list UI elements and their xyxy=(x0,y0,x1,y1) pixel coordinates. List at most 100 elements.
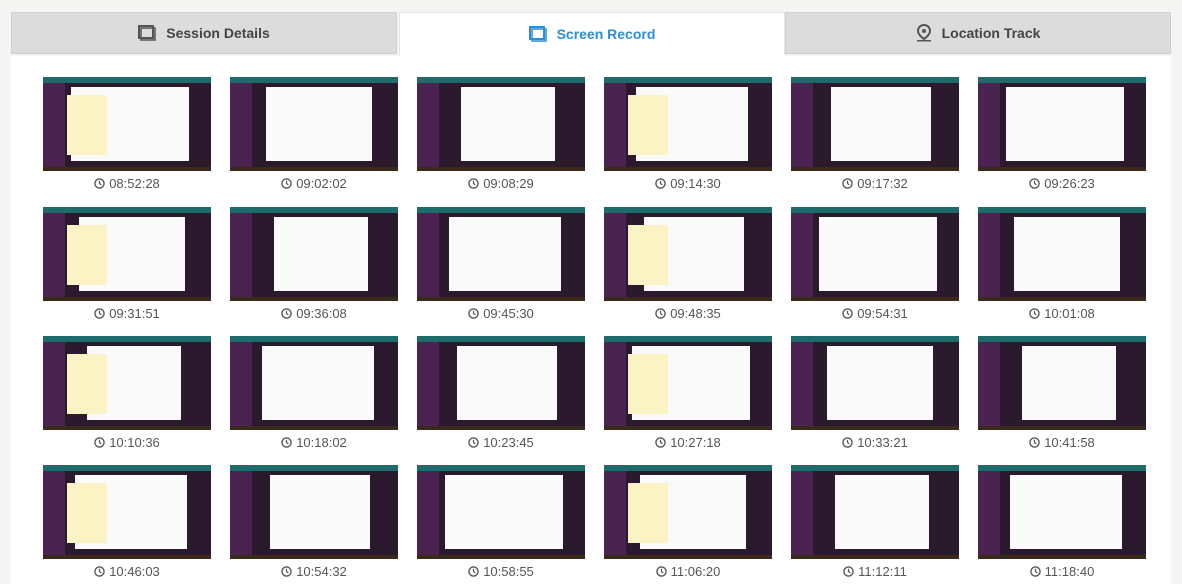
screenshot-time-label: 11:06:20 xyxy=(670,563,721,579)
clock-icon xyxy=(842,436,853,448)
tab-location-track[interactable]: Location Track xyxy=(785,12,1171,54)
clock-icon xyxy=(468,565,479,577)
screenshot-thumbnail[interactable] xyxy=(978,207,1146,301)
screenshot-time: 10:54:32 xyxy=(230,563,398,579)
screenshot-item[interactable]: 11:06:20 xyxy=(604,465,772,579)
screenshot-item[interactable]: 10:27:18 xyxy=(604,336,772,450)
screenshot-item[interactable]: 10:23:45 xyxy=(417,336,585,450)
screenshot-item[interactable]: 11:18:40 xyxy=(978,465,1146,579)
screenshot-time: 10:23:45 xyxy=(417,434,585,450)
screenshot-item[interactable]: 10:18:02 xyxy=(230,336,398,450)
screenshot-thumbnail[interactable] xyxy=(978,336,1146,430)
screenshot-time-label: 10:54:32 xyxy=(296,563,347,579)
screenshot-thumbnail[interactable] xyxy=(604,336,772,430)
screenshot-time-label: 09:17:32 xyxy=(857,175,908,191)
screenshot-item[interactable]: 10:58:55 xyxy=(417,465,585,579)
screenshot-thumbnail[interactable] xyxy=(230,465,398,559)
screenshot-item[interactable]: 09:36:08 xyxy=(230,207,398,321)
screenshot-time-label: 10:46:03 xyxy=(109,563,160,579)
clock-icon xyxy=(1029,436,1040,448)
screenshot-thumbnail[interactable] xyxy=(43,465,211,559)
clock-icon xyxy=(1029,307,1040,319)
screenshot-thumbnail[interactable] xyxy=(791,77,959,171)
clock-icon xyxy=(1029,177,1040,189)
screenshot-item[interactable]: 09:31:51 xyxy=(43,207,211,321)
screenshot-thumbnail[interactable] xyxy=(791,207,959,301)
screenshot-thumbnail[interactable] xyxy=(604,207,772,301)
screenshot-item[interactable]: 08:52:28 xyxy=(43,77,211,191)
window-icon xyxy=(138,25,156,41)
screenshot-item[interactable]: 09:17:32 xyxy=(791,77,959,191)
screenshot-time: 10:10:36 xyxy=(43,434,211,450)
clock-icon xyxy=(468,307,479,319)
screenshot-item[interactable]: 09:48:35 xyxy=(604,207,772,321)
clock-icon xyxy=(1029,565,1041,577)
screenshot-time: 08:52:28 xyxy=(43,175,211,191)
clock-icon xyxy=(94,177,105,189)
tab-session-details[interactable]: Session Details xyxy=(11,12,397,54)
screenshot-item[interactable]: 10:10:36 xyxy=(43,336,211,450)
clock-icon xyxy=(94,307,105,319)
screenshot-thumbnail[interactable] xyxy=(417,336,585,430)
screenshot-panel: 08:52:28 09:02:02 09:08:29 09:14:30 09:17:32… xyxy=(11,56,1171,584)
screenshot-thumbnail[interactable] xyxy=(43,207,211,301)
screenshot-time-label: 10:18:02 xyxy=(296,434,347,450)
screenshot-time-label: 09:14:30 xyxy=(670,175,721,191)
screenshot-time: 11:18:40 xyxy=(978,563,1146,579)
screenshot-thumbnail[interactable] xyxy=(230,207,398,301)
clock-icon xyxy=(842,307,853,319)
screenshot-thumbnail[interactable] xyxy=(417,465,585,559)
screenshot-thumbnail[interactable] xyxy=(417,207,585,301)
screenshot-time: 09:26:23 xyxy=(978,175,1146,191)
screenshot-thumbnail[interactable] xyxy=(978,77,1146,171)
clock-icon xyxy=(94,565,105,577)
screenshot-item[interactable]: 09:02:02 xyxy=(230,77,398,191)
clock-icon xyxy=(843,565,854,577)
screenshot-thumbnail[interactable] xyxy=(230,77,398,171)
screenshot-time-label: 11:18:40 xyxy=(1044,563,1095,579)
screenshot-item[interactable]: 10:01:08 xyxy=(978,207,1146,321)
screenshot-item[interactable]: 09:45:30 xyxy=(417,207,585,321)
screenshot-time-label: 09:02:02 xyxy=(296,175,347,191)
clock-icon xyxy=(655,307,666,319)
screenshot-time: 09:54:31 xyxy=(791,305,959,321)
screenshot-item[interactable]: 09:54:31 xyxy=(791,207,959,321)
clock-icon xyxy=(281,436,292,448)
screenshot-item[interactable]: 10:41:58 xyxy=(978,336,1146,450)
clock-icon xyxy=(94,436,105,448)
screenshot-time: 09:17:32 xyxy=(791,175,959,191)
screenshot-item[interactable]: 10:54:32 xyxy=(230,465,398,579)
screenshot-thumbnail[interactable] xyxy=(43,336,211,430)
screenshot-thumbnail[interactable] xyxy=(604,77,772,171)
screen-record-page: Session Details Screen Record Location T… xyxy=(0,0,1182,584)
screenshot-item[interactable]: 10:33:21 xyxy=(791,336,959,450)
screenshot-thumbnail[interactable] xyxy=(417,77,585,171)
screenshot-item[interactable]: 09:14:30 xyxy=(604,77,772,191)
screenshot-time-label: 10:41:58 xyxy=(1044,434,1095,450)
screenshot-thumbnail[interactable] xyxy=(978,465,1146,559)
screenshot-time-label: 09:08:29 xyxy=(483,175,534,191)
screenshot-time-label: 10:27:18 xyxy=(670,434,721,450)
screenshot-time-label: 08:52:28 xyxy=(109,175,160,191)
screenshot-time: 11:06:20 xyxy=(604,563,772,579)
screenshot-item[interactable]: 11:12:11 xyxy=(791,465,959,579)
screenshot-thumbnail[interactable] xyxy=(604,465,772,559)
clock-icon xyxy=(655,177,666,189)
screenshot-time: 09:08:29 xyxy=(417,175,585,191)
screenshot-item[interactable]: 09:26:23 xyxy=(978,77,1146,191)
screenshot-thumbnail[interactable] xyxy=(230,336,398,430)
tab-label: Session Details xyxy=(166,25,270,41)
screenshot-time-label: 09:26:23 xyxy=(1044,175,1095,191)
screenshot-thumbnail[interactable] xyxy=(43,77,211,171)
screenshot-time: 10:01:08 xyxy=(978,305,1146,321)
tab-screen-record[interactable]: Screen Record xyxy=(399,12,785,56)
screenshot-time: 09:45:30 xyxy=(417,305,585,321)
screenshot-item[interactable]: 10:46:03 xyxy=(43,465,211,579)
screenshot-item[interactable]: 09:08:29 xyxy=(417,77,585,191)
screenshot-time-label: 10:33:21 xyxy=(857,434,908,450)
screenshot-time-label: 09:31:51 xyxy=(109,305,160,321)
screenshot-time-label: 10:23:45 xyxy=(483,434,534,450)
screenshot-thumbnail[interactable] xyxy=(791,465,959,559)
screenshot-thumbnail[interactable] xyxy=(791,336,959,430)
clock-icon xyxy=(655,565,667,577)
